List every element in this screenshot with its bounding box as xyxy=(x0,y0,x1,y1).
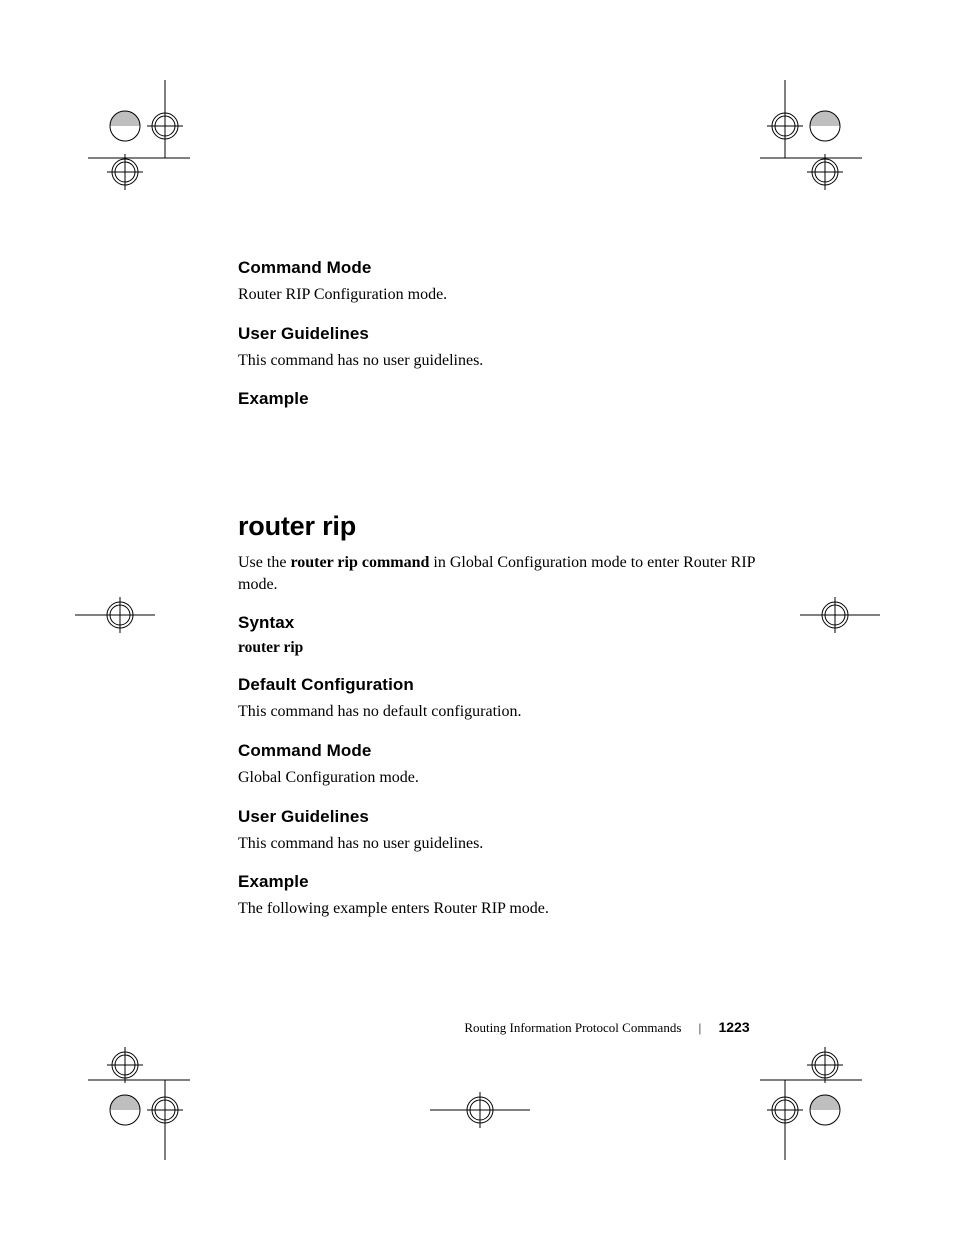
text-user-guidelines-1: This command has no user guidelines. xyxy=(238,350,758,372)
page-footer: Routing Information Protocol Commands | … xyxy=(0,1019,954,1036)
intro-bold: router rip command xyxy=(290,554,429,571)
intro-pre: Use the xyxy=(238,554,290,571)
crop-mark-bottom-right xyxy=(760,1040,880,1160)
text-default-config: This command has no default configuratio… xyxy=(238,701,758,723)
heading-command-mode-1: Command Mode xyxy=(238,258,758,278)
heading-router-rip: router rip xyxy=(238,511,758,542)
crop-mark-top-left xyxy=(70,80,190,190)
crop-mark-top-right xyxy=(760,80,880,190)
heading-example-1: Example xyxy=(238,389,758,409)
footer-page-number: 1223 xyxy=(718,1019,749,1035)
text-syntax-line: router rip xyxy=(238,639,758,657)
text-command-mode-2: Global Configuration mode. xyxy=(238,767,758,789)
text-example-2: The following example enters Router RIP … xyxy=(238,898,758,920)
footer-section-title: Routing Information Protocol Commands xyxy=(464,1020,681,1035)
crop-mark-mid-right xyxy=(800,590,880,640)
heading-command-mode-2: Command Mode xyxy=(238,741,758,761)
heading-user-guidelines-2: User Guidelines xyxy=(238,807,758,827)
text-command-mode-1: Router RIP Configuration mode. xyxy=(238,284,758,306)
page-content: Command Mode Router RIP Configuration mo… xyxy=(238,258,758,938)
heading-example-2: Example xyxy=(238,872,758,892)
text-router-rip-intro: Use the router rip command in Global Con… xyxy=(238,552,758,595)
crop-mark-bottom-center xyxy=(430,1085,530,1135)
heading-default-config: Default Configuration xyxy=(238,675,758,695)
footer-separator: | xyxy=(699,1020,702,1035)
crop-mark-bottom-left xyxy=(70,1040,190,1160)
text-user-guidelines-2: This command has no user guidelines. xyxy=(238,833,758,855)
crop-mark-mid-left xyxy=(75,590,155,640)
heading-syntax: Syntax xyxy=(238,613,758,633)
heading-user-guidelines-1: User Guidelines xyxy=(238,324,758,344)
